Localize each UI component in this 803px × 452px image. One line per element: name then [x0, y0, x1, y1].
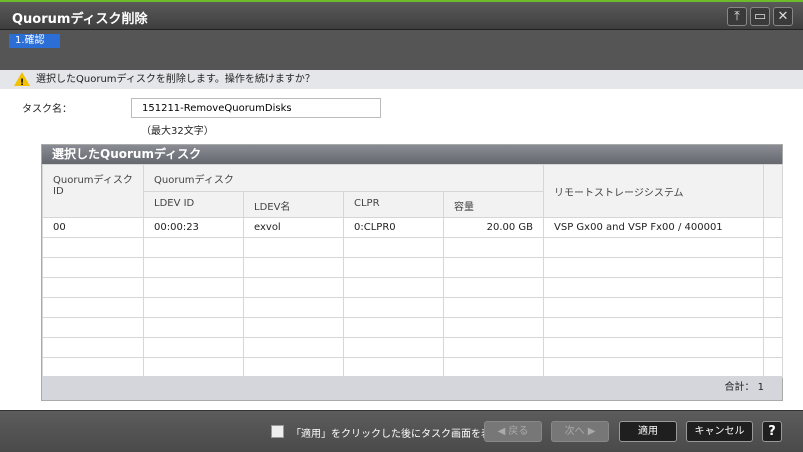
empty-cell — [42, 317, 144, 338]
empty-cell — [763, 297, 784, 318]
empty-cell — [343, 337, 444, 358]
empty-cell — [442, 357, 545, 378]
show-tasks-label[interactable]: 「適用」をクリックした後にタスク画面を表示 — [291, 425, 501, 440]
empty-cell — [42, 237, 144, 258]
task-name-label: タスク名： — [22, 104, 72, 115]
help-button[interactable]: ? — [762, 421, 782, 442]
table-row[interactable]: 00 00:00:23 exvol 0:CLPR0 20.00 GB VSP G… — [42, 217, 784, 238]
empty-cell — [343, 297, 444, 318]
cell-remote: VSP Gx00 and VSP Fx00 / 400001 — [543, 217, 765, 238]
empty-cell — [42, 337, 144, 358]
warning-bar: ! 選択したQuorumディスクを削除します。操作を続けますか？ — [0, 70, 803, 89]
show-tasks-checkbox[interactable] — [271, 425, 284, 438]
apply-button[interactable]: 適用 — [619, 421, 677, 442]
window-title: Quorumディスク削除 — [12, 12, 148, 27]
empty-cell — [143, 257, 244, 278]
col-group-quorum-disk: Quorumディスク — [142, 164, 545, 192]
empty-cell — [143, 297, 244, 318]
cell-clpr: 0:CLPR0 — [343, 217, 444, 238]
task-name-hint: （最大32文字） — [141, 126, 214, 137]
empty-cell — [143, 237, 244, 258]
empty-cell — [543, 277, 765, 298]
cell-ldev-name: exvol — [243, 217, 344, 238]
empty-cell — [243, 297, 344, 318]
empty-row — [42, 337, 784, 358]
warning-text: 選択したQuorumディスクを削除します。操作を続けますか？ — [36, 74, 315, 85]
pin-icon[interactable]: ⤒ — [727, 7, 747, 26]
empty-row — [42, 297, 784, 318]
empty-cell — [243, 337, 344, 358]
empty-cell — [42, 357, 144, 378]
empty-cell — [763, 257, 784, 278]
next-button[interactable]: 次へ ▶ — [551, 421, 609, 442]
empty-cell — [243, 257, 344, 278]
empty-cell — [343, 277, 444, 298]
empty-cell — [543, 257, 765, 278]
empty-row — [42, 237, 784, 258]
empty-cell — [763, 337, 784, 358]
empty-cell — [442, 237, 545, 258]
maximize-icon[interactable]: ▭ — [750, 7, 770, 26]
quorum-table: Quorumディスク ID Quorumディスク リモートストレージシステム L… — [42, 164, 784, 378]
empty-cell — [763, 237, 784, 258]
col-ldev-id[interactable]: LDEV ID — [143, 191, 244, 218]
empty-cell — [343, 357, 444, 378]
selected-quorum-disks-panel: 選択したQuorumディスク Quorumディスク ID Quorumディスク … — [41, 144, 784, 401]
warning-icon: ! — [14, 72, 30, 88]
empty-cell — [442, 257, 545, 278]
empty-cell — [143, 337, 244, 358]
empty-cell — [243, 317, 344, 338]
empty-cell — [143, 317, 244, 338]
empty-cell — [243, 237, 344, 258]
col-spacer — [763, 164, 784, 218]
empty-cell — [442, 297, 545, 318]
close-icon[interactable]: ✕ — [773, 7, 793, 26]
col-ldev-name[interactable]: LDEV名 — [243, 191, 344, 218]
cell-ldev-id: 00:00:23 — [143, 217, 244, 238]
empty-cell — [143, 357, 244, 378]
back-button[interactable]: ◀ 戻る — [484, 421, 542, 442]
empty-row — [42, 357, 784, 378]
empty-cell — [442, 317, 545, 338]
empty-cell — [543, 317, 765, 338]
task-name-input[interactable] — [131, 98, 381, 118]
cell-qid: 00 — [42, 217, 144, 238]
cancel-button[interactable]: キャンセル — [686, 421, 753, 442]
empty-cell — [442, 337, 545, 358]
cell-capacity: 20.00 GB — [442, 217, 545, 238]
footer-bar: 「適用」をクリックした後にタスク画面を表示 ◀ 戻る 次へ ▶ 適用 キャンセル… — [0, 410, 803, 452]
empty-row — [42, 277, 784, 298]
empty-cell — [343, 257, 444, 278]
wizard-steps: 1.確認 — [0, 30, 803, 70]
empty-row — [42, 257, 784, 278]
cell-spacer — [763, 217, 784, 238]
empty-cell — [243, 357, 344, 378]
col-quorum-id[interactable]: Quorumディスク ID — [42, 164, 144, 218]
empty-cell — [42, 257, 144, 278]
table-total: 合計： 1 — [42, 376, 782, 400]
empty-cell — [763, 277, 784, 298]
empty-cell — [343, 237, 444, 258]
empty-row — [42, 317, 784, 338]
panel-title: 選択したQuorumディスク — [42, 145, 782, 164]
empty-cell — [543, 297, 765, 318]
step-confirm: 1.確認 — [9, 34, 60, 48]
empty-cell — [543, 337, 765, 358]
col-remote-storage[interactable]: リモートストレージシステム — [543, 164, 765, 218]
title-bar: Quorumディスク削除 ⤒ ▭ ✕ — [0, 0, 803, 30]
empty-cell — [442, 277, 545, 298]
empty-cell — [763, 357, 784, 378]
col-clpr[interactable]: CLPR — [343, 191, 444, 218]
empty-cell — [143, 277, 244, 298]
empty-cell — [343, 317, 444, 338]
col-capacity[interactable]: 容量 — [442, 191, 545, 218]
empty-cell — [763, 317, 784, 338]
empty-cell — [42, 277, 144, 298]
empty-cell — [543, 237, 765, 258]
empty-cell — [543, 357, 765, 378]
empty-cell — [243, 277, 344, 298]
empty-cell — [42, 297, 144, 318]
